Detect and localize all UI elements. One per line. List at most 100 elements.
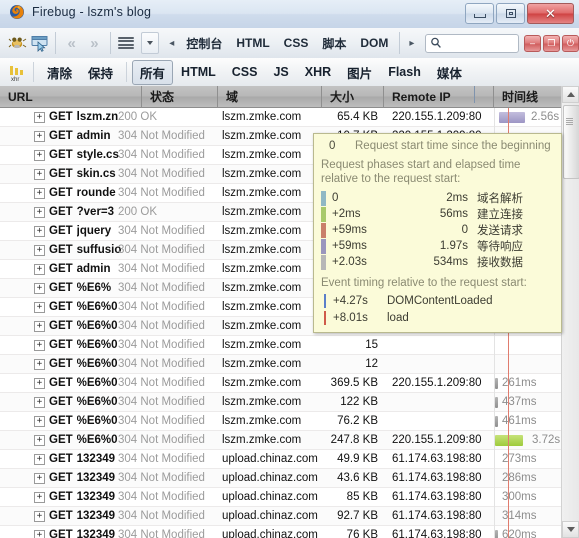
panel-options-dropdown[interactable] xyxy=(141,32,159,54)
table-row[interactable]: + GET 132349 304 Not Modified upload.chinaz.… xyxy=(0,468,562,488)
filter-media[interactable]: 媒体 xyxy=(429,60,470,85)
fb-detach-button[interactable]: ❐ xyxy=(542,34,560,52)
table-row[interactable]: + GET 132349 304 Not Modified upload.chinaz.… xyxy=(0,525,562,538)
expand-icon[interactable]: + xyxy=(34,377,45,389)
fb-close-button[interactable]: ⏻ xyxy=(561,34,579,52)
request-file: jquery xyxy=(76,224,112,237)
filter-flash[interactable]: Flash xyxy=(380,62,429,82)
expand-icon[interactable]: + xyxy=(34,187,45,199)
table-row[interactable]: + GET 132349 304 Not Modified upload.chinaz.… xyxy=(0,449,562,469)
table-row[interactable]: + GET %E6%0 304 Not Modified lszm.zmke.com 76… xyxy=(0,411,562,431)
vertical-scrollbar[interactable] xyxy=(561,86,579,538)
table-row[interactable]: + GET %E6%0 304 Not Modified lszm.zmke.com 12 xyxy=(0,354,562,374)
expand-icon[interactable]: + xyxy=(34,130,45,142)
cell-domain: upload.chinaz.com xyxy=(222,509,318,522)
table-row[interactable]: + GET 132349 304 Not Modified upload.chinaz.… xyxy=(0,506,562,526)
tabs-scroll-left-button[interactable]: ◂ xyxy=(164,38,179,49)
filter-images[interactable]: 图片 xyxy=(339,60,380,85)
scroll-thumb[interactable] xyxy=(563,105,579,179)
forward-button[interactable]: » xyxy=(83,32,106,54)
column-header-remote-ip[interactable]: Remote IP xyxy=(384,86,494,108)
column-header-size[interactable]: 大小 xyxy=(322,86,384,108)
table-row[interactable]: + GET 132349 304 Not Modified upload.chinaz.… xyxy=(0,487,562,507)
tab-script[interactable]: 脚本 xyxy=(315,32,353,55)
expand-icon[interactable]: + xyxy=(34,491,45,503)
tab-html[interactable]: HTML xyxy=(229,33,276,53)
request-method: GET xyxy=(49,357,73,370)
maximize-button[interactable] xyxy=(496,3,525,24)
close-button[interactable]: ✕ xyxy=(527,3,574,24)
scroll-down-button[interactable] xyxy=(562,521,579,538)
request-method: GET xyxy=(49,319,73,332)
table-row[interactable]: + GET %E6%0 304 Not Modified lszm.zmke.com 36… xyxy=(0,373,562,393)
search-box[interactable] xyxy=(425,33,519,53)
phase-elapsed: 0 xyxy=(461,224,468,236)
expand-icon[interactable]: + xyxy=(34,529,45,538)
request-file: ?ver=3 xyxy=(76,205,115,218)
tabs-scroll-right-button[interactable]: ▸ xyxy=(404,38,419,49)
expand-icon[interactable]: + xyxy=(34,434,45,446)
expand-icon[interactable]: + xyxy=(34,301,45,313)
expand-icon[interactable]: + xyxy=(34,396,45,408)
table-row[interactable]: + GET %E6%0 304 Not Modified lszm.zmke.com 24… xyxy=(0,430,562,450)
expand-icon[interactable]: + xyxy=(34,472,45,484)
expand-icon[interactable]: + xyxy=(34,339,45,351)
scroll-up-arrow-icon xyxy=(566,92,575,97)
expand-icon[interactable]: + xyxy=(34,282,45,294)
phase-color-swatch xyxy=(321,254,326,270)
filter-xhr[interactable]: XHR xyxy=(297,62,339,82)
expand-icon[interactable]: + xyxy=(34,358,45,370)
tooltip-start-value: 0 xyxy=(329,140,336,152)
expand-icon[interactable]: + xyxy=(34,168,45,180)
column-header-domain[interactable]: 域 xyxy=(218,86,322,108)
table-row[interactable]: + GET lszm.zn 200 OK lszm.zmke.com 65.4 KB 220… xyxy=(0,108,562,127)
expand-icon[interactable]: + xyxy=(34,225,45,237)
tooltip-phase-row: +2ms 56ms 建立连接 xyxy=(321,206,554,222)
tab-dom[interactable]: DOM xyxy=(353,33,395,53)
request-file: %E6%0 xyxy=(76,395,118,408)
request-method: GET xyxy=(49,224,73,237)
tab-console[interactable]: 控制台 xyxy=(179,32,229,55)
expand-icon[interactable]: + xyxy=(34,263,45,275)
firebug-menu-button[interactable] xyxy=(115,32,138,54)
minimize-button[interactable] xyxy=(465,3,494,24)
tab-css[interactable]: CSS xyxy=(277,33,316,53)
request-method: GET xyxy=(49,528,73,538)
cell-domain: lszm.zmke.com xyxy=(222,205,302,218)
clear-button[interactable]: 清除 xyxy=(39,60,80,85)
scroll-down-arrow-icon xyxy=(566,527,575,532)
phase-name: 建立连接 xyxy=(477,209,523,221)
expand-icon[interactable]: + xyxy=(34,453,45,465)
expand-icon[interactable]: + xyxy=(34,149,45,161)
expand-icon[interactable]: + xyxy=(34,510,45,522)
filter-html[interactable]: HTML xyxy=(173,62,224,82)
fb-minimize-button[interactable]: – xyxy=(523,34,541,52)
table-row[interactable]: + GET %E6%0 304 Not Modified lszm.zmke.com 15 xyxy=(0,335,562,355)
column-header-status[interactable]: 状态 xyxy=(142,86,218,108)
table-row[interactable]: + GET %E6%0 304 Not Modified lszm.zmke.com 12… xyxy=(0,392,562,412)
inspect-cursor-icon[interactable] xyxy=(29,32,52,54)
expand-icon[interactable]: + xyxy=(34,415,45,427)
request-file: lszm.zn xyxy=(76,110,119,123)
persist-button[interactable]: 保持 xyxy=(80,60,121,85)
scroll-up-button[interactable] xyxy=(562,86,579,103)
event-name: DOMContentLoaded xyxy=(387,294,493,307)
filter-js[interactable]: JS xyxy=(265,62,296,82)
cell-status: 304 Not Modified xyxy=(118,300,205,313)
back-button[interactable]: « xyxy=(60,32,83,54)
search-input[interactable] xyxy=(442,36,514,50)
column-header-url[interactable]: URL xyxy=(0,86,142,108)
filter-all[interactable]: 所有 xyxy=(132,59,174,85)
expand-icon[interactable]: + xyxy=(34,206,45,218)
firebug-bug-icon[interactable] xyxy=(6,32,29,54)
cell-domain: lszm.zmke.com xyxy=(222,110,302,123)
cell-size: 12 xyxy=(365,357,378,370)
filter-css[interactable]: CSS xyxy=(224,62,266,82)
cell-size: 247.8 KB xyxy=(330,433,378,446)
expand-icon[interactable]: + xyxy=(34,320,45,332)
cell-domain: upload.chinaz.com xyxy=(222,471,318,484)
expand-icon[interactable]: + xyxy=(34,244,45,256)
expand-icon[interactable]: + xyxy=(34,111,45,123)
title-bar: Firebug - lszm's blog ✕ xyxy=(0,0,579,29)
timeline-bar xyxy=(495,396,498,408)
